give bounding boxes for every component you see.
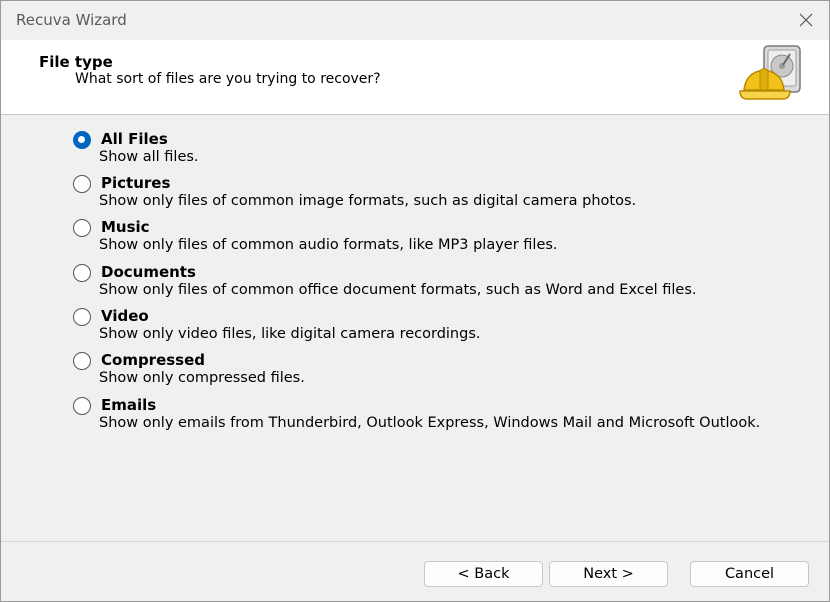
window-title: Recuva Wizard — [16, 11, 127, 29]
option-description: Show only video files, like digital came… — [99, 326, 481, 342]
next-button[interactable]: Next > — [549, 561, 668, 587]
page-subtitle: What sort of files are you trying to rec… — [75, 71, 381, 87]
option-description: Show only files of common audio formats,… — [99, 237, 558, 253]
radio-video[interactable] — [73, 308, 91, 326]
option-label[interactable]: Compressed — [101, 351, 205, 369]
option-description: Show all files. — [99, 149, 199, 165]
option-description: Show only files of common office documen… — [99, 282, 697, 298]
wizard-header: File type What sort of files are you try… — [1, 40, 829, 115]
option-label[interactable]: Music — [101, 218, 150, 236]
radio-all-files[interactable] — [73, 131, 91, 149]
recuva-hard-hat-drive-icon — [739, 45, 801, 100]
option-label[interactable]: Emails — [101, 396, 156, 414]
option-description: Show only emails from Thunderbird, Outlo… — [99, 415, 761, 431]
option-label[interactable]: Documents — [101, 263, 196, 281]
radio-emails[interactable] — [73, 397, 91, 415]
option-label[interactable]: All Files — [101, 130, 168, 148]
title-bar: Recuva Wizard — [1, 1, 829, 40]
option-description: Show only compressed files. — [99, 370, 305, 386]
cancel-button[interactable]: Cancel — [690, 561, 809, 587]
option-label[interactable]: Video — [101, 307, 149, 325]
option-description: Show only files of common image formats,… — [99, 193, 637, 209]
page-title: File type — [39, 53, 113, 71]
close-button[interactable] — [789, 4, 823, 36]
recuva-wizard-window: Recuva Wizard File type What sort of fil… — [0, 0, 830, 602]
option-label[interactable]: Pictures — [101, 174, 170, 192]
back-button[interactable]: < Back — [424, 561, 543, 587]
close-icon — [799, 13, 813, 27]
footer-divider — [1, 541, 829, 542]
radio-music[interactable] — [73, 219, 91, 237]
radio-documents[interactable] — [73, 264, 91, 282]
radio-compressed[interactable] — [73, 352, 91, 370]
radio-pictures[interactable] — [73, 175, 91, 193]
